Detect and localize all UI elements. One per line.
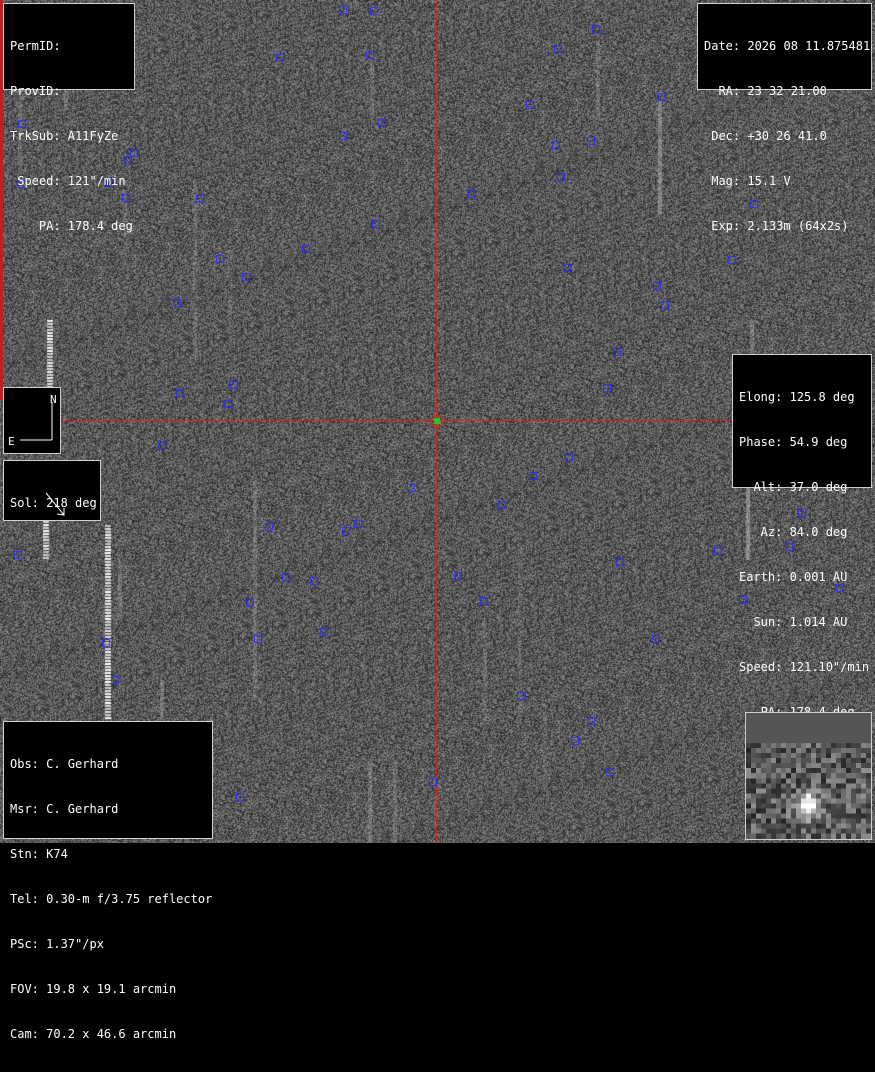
info-line: ProvID: xyxy=(10,84,61,98)
orientation-compass: N E xyxy=(3,387,61,454)
target-thumbnail xyxy=(745,712,872,840)
ephemeris-info-panel: Elong: 125.8 deg Phase: 54.9 deg Alt: 37… xyxy=(732,354,872,719)
info-line: Speed: 121"/min xyxy=(10,174,126,188)
info-line: Obs: C. Gerhard xyxy=(10,757,119,771)
info-line: RA: 23 32 21.00 xyxy=(704,84,827,98)
info-line: Alt: 37.0 deg xyxy=(739,480,848,494)
info-line: FOV: 19.8 x 19.1 arcmin xyxy=(10,982,177,996)
compass-east-label: E xyxy=(8,435,15,448)
info-line: Stn: K74 xyxy=(10,847,68,861)
info-line: Earth: 0.001 AU xyxy=(739,570,848,584)
info-line: PSc: 1.37"/px xyxy=(10,937,104,951)
observation-info-panel: Date: 2026 08 11.875481 RA: 23 32 21.00 … xyxy=(697,3,872,233)
annotation-overlay: PermID: ProvID: TrkSub: A11FyZe Speed: 1… xyxy=(0,0,875,1041)
info-line: Mag: 15.1 V xyxy=(704,174,791,188)
info-line: Phase: 54.9 deg xyxy=(739,435,848,449)
tracklet-info-panel: PermID: ProvID: TrkSub: A11FyZe Speed: 1… xyxy=(3,3,135,233)
info-line: Elong: 125.8 deg xyxy=(739,390,855,404)
sun-direction-arrow-icon xyxy=(45,492,65,516)
info-line: Date: 2026 08 11.875481 xyxy=(704,39,871,53)
info-line: Msr: C. Gerhard xyxy=(10,802,119,816)
info-line: Az: 84.0 deg xyxy=(739,525,848,539)
target-thumbnail-image xyxy=(746,743,871,839)
compass-north-label: N xyxy=(50,393,57,406)
info-line: Exp: 2.133m (64x2s) xyxy=(704,219,849,233)
observer-info-panel: Obs: C. Gerhard Msr: C. Gerhard Stn: K74… xyxy=(3,721,213,1041)
info-line: TrkSub: A11FyZe xyxy=(10,129,119,143)
info-line: PermID: xyxy=(10,39,61,53)
info-line: Cam: 70.2 x 46.6 arcmin xyxy=(10,1027,177,1041)
info-line: PA: 178.4 deg xyxy=(10,219,133,233)
sun-direction-panel: Sol: 218 deg xyxy=(3,460,101,521)
info-line: Sun: 1.014 AU xyxy=(739,615,848,629)
info-line: Speed: 121.10"/min xyxy=(739,660,870,674)
info-line: Dec: +30 26 41.0 xyxy=(704,129,827,143)
info-line: Tel: 0.30-m f/3.75 reflector xyxy=(10,892,213,906)
